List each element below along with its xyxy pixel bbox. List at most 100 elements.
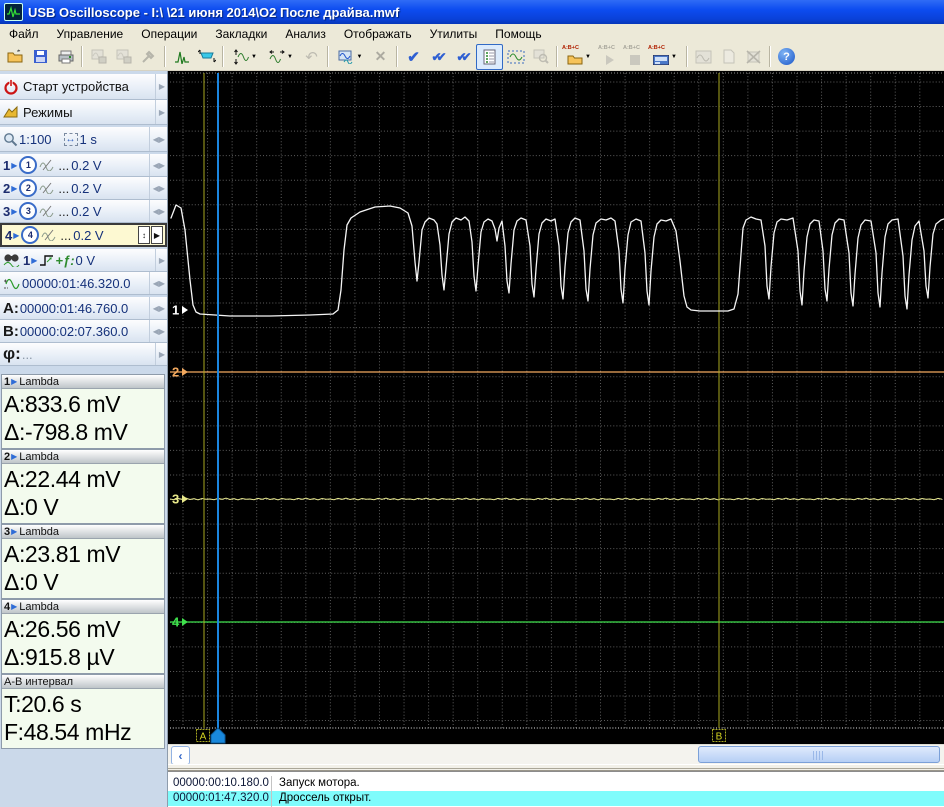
report-button[interactable] bbox=[476, 44, 503, 70]
adjust-arrows-icon[interactable]: ↕▶ bbox=[134, 225, 163, 245]
measure-panel-ab-interval: A-B интервал T:20.6 sF:48.54 mHz bbox=[1, 674, 165, 749]
menu-item-bookmarks[interactable]: Закладки bbox=[206, 25, 276, 43]
channel-row-2[interactable]: 2▶ 2 ... 0.2 V ◀▶ bbox=[0, 177, 167, 200]
channel-probe-icon[interactable]: 3 bbox=[19, 202, 37, 220]
toolbar-separator bbox=[556, 46, 558, 67]
region-select-button[interactable] bbox=[503, 45, 528, 69]
time-scale-button[interactable]: ▼ bbox=[263, 45, 299, 69]
adjust-arrows-icon[interactable]: ◀▶ bbox=[149, 177, 165, 199]
abc-script-open-button[interactable]: A:B+C ▼ bbox=[561, 45, 597, 69]
log-row-selected[interactable]: 00000:01:47.320.0 Дроссель открыт. bbox=[168, 791, 944, 806]
adjust-arrows-icon[interactable]: ◀▶ bbox=[149, 127, 165, 151]
expand-arrow-icon[interactable]: ▶ bbox=[155, 74, 165, 99]
toolbar-separator bbox=[686, 46, 688, 67]
start-device-row[interactable]: Старт устройства ▶ bbox=[0, 74, 167, 100]
adjust-arrows-icon[interactable]: ◀▶ bbox=[149, 320, 165, 342]
trigger-level-value[interactable]: 0 V bbox=[76, 253, 96, 268]
save-button[interactable] bbox=[28, 45, 53, 69]
expand-arrow-icon[interactable]: ▶ bbox=[155, 343, 165, 365]
dropdown-arrow-icon[interactable]: ▼ bbox=[585, 54, 591, 60]
adjust-arrows-icon[interactable]: ◀▶ bbox=[149, 272, 165, 294]
svg-text:4: 4 bbox=[172, 615, 180, 630]
bookmark-log: 00000:00:10.180.0 Запуск мотора. 00000:0… bbox=[168, 771, 944, 807]
channel-row-1[interactable]: 1▶ 1 ... 0.2 V ◀▶ bbox=[0, 154, 167, 177]
measure-panel-ch3: 3▶Lambda A:23.81 mVΔ:0 V bbox=[1, 524, 165, 599]
bookmark-button[interactable] bbox=[194, 45, 219, 69]
channel-dots: ... bbox=[58, 158, 69, 173]
measure-value-f: F:48.54 mHz bbox=[4, 718, 164, 746]
dropdown-arrow-icon[interactable]: ▼ bbox=[671, 54, 677, 60]
save-fragment-button bbox=[86, 45, 111, 69]
modes-row[interactable]: Режимы ▶ bbox=[0, 100, 167, 125]
channel-row-3[interactable]: 3▶ 3 ... 0.2 V ◀▶ bbox=[0, 200, 167, 223]
dropdown-arrow-icon[interactable]: ▼ bbox=[251, 54, 257, 60]
accept-all-button[interactable]: ✔✔ bbox=[451, 45, 476, 69]
marker-b-time[interactable]: 00000:02:07.360.0 bbox=[20, 324, 128, 339]
coupling-wave-icon bbox=[41, 229, 56, 241]
channel-range-value[interactable]: 0.2 V bbox=[71, 158, 101, 173]
menu-item-file[interactable]: Файл bbox=[0, 25, 48, 43]
log-row[interactable]: 00000:00:10.180.0 Запуск мотора. bbox=[168, 776, 944, 791]
measure-value-a: A:833.6 mV bbox=[4, 390, 164, 418]
measure-value-delta: Δ:0 V bbox=[4, 493, 164, 521]
marker-a-time[interactable]: 00000:01:46.760.0 bbox=[20, 301, 128, 316]
measure-value-delta: Δ:-798.8 mV bbox=[4, 418, 164, 446]
channel-range-value[interactable]: 0.2 V bbox=[71, 204, 101, 219]
channel-row-4-selected[interactable]: 4▶ 4 ... 0.2 V ↕▶ bbox=[0, 223, 167, 247]
marker-b-row[interactable]: B: 00000:02:07.360.0 ◀▶ bbox=[0, 320, 167, 343]
dropdown-arrow-icon[interactable]: ▼ bbox=[287, 54, 293, 60]
menu-item-display[interactable]: Отображать bbox=[335, 25, 421, 43]
trigger-channel: 1 bbox=[23, 253, 30, 268]
dropdown-arrow-icon[interactable]: ▼ bbox=[357, 54, 363, 60]
channel-arrow-icon: ▶ bbox=[11, 207, 17, 216]
channel-arrow-icon: ▶ bbox=[11, 527, 17, 536]
position-row[interactable]: 00000:01:46.320.0 ◀▶ bbox=[0, 272, 167, 295]
zoom-ratio-value[interactable]: 1:100 bbox=[19, 132, 52, 147]
scale-row[interactable]: 1:100 ↔ 1 s ◀▶ bbox=[0, 127, 167, 152]
menu-item-control[interactable]: Управление bbox=[48, 25, 133, 43]
expand-arrow-icon[interactable]: ▶ bbox=[155, 249, 165, 271]
scroll-left-button[interactable]: ‹ bbox=[171, 746, 190, 765]
menu-item-analysis[interactable]: Анализ bbox=[276, 25, 335, 43]
horizontal-scrollbar[interactable]: ‹ bbox=[168, 744, 944, 764]
panel-channel: 2 bbox=[4, 451, 10, 463]
channel-probe-icon[interactable]: 1 bbox=[19, 156, 37, 174]
log-time: 00000:00:10.180.0 bbox=[168, 776, 272, 791]
adjust-arrows-icon[interactable]: ◀▶ bbox=[149, 200, 165, 222]
channel-range-value[interactable]: 0.2 V bbox=[71, 181, 101, 196]
trigger-row[interactable]: 1▶ +ƒ: 0 V ▶ bbox=[0, 249, 167, 272]
title-bar[interactable]: USB Oscilloscope - I:\ \21 июня 2014\О2 … bbox=[0, 0, 944, 24]
accept-button[interactable]: ✔ bbox=[401, 45, 426, 69]
menu-item-help[interactable]: Помощь bbox=[486, 25, 550, 43]
adjust-arrows-icon[interactable]: ◀▶ bbox=[149, 154, 165, 176]
sweep-time-value[interactable]: 1 s bbox=[80, 132, 97, 147]
adjust-arrows-icon[interactable]: ◀▶ bbox=[149, 297, 165, 319]
channel-dots: ... bbox=[58, 181, 69, 196]
impulse-button[interactable] bbox=[169, 45, 194, 69]
log-note: Дроссель открыт. bbox=[272, 791, 371, 806]
print-button[interactable] bbox=[53, 45, 78, 69]
thumb-grip-icon bbox=[813, 751, 825, 760]
abc-script-panel-button[interactable]: A:B+C ▼ bbox=[647, 45, 683, 69]
menu-item-utilities[interactable]: Утилиты bbox=[421, 25, 487, 43]
amplitude-scale-button[interactable]: ▼ bbox=[227, 45, 263, 69]
copy-fragment-button bbox=[111, 45, 136, 69]
magnifier-icon bbox=[3, 132, 18, 147]
expand-arrow-icon[interactable]: ▶ bbox=[155, 100, 165, 124]
app-window: USB Oscilloscope - I:\ \21 июня 2014\О2 … bbox=[0, 0, 944, 807]
accept-forward-button[interactable]: ✔✔ bbox=[426, 45, 451, 69]
channel-range-value[interactable]: 0.2 V bbox=[73, 228, 103, 243]
marker-a-row[interactable]: A: 00000:01:46.760.0 ◀▶ bbox=[0, 297, 167, 320]
oscilloscope-plot[interactable]: 1234AB bbox=[168, 71, 944, 744]
view-mode-button[interactable]: ▼ bbox=[332, 45, 368, 69]
help-button[interactable]: ? bbox=[774, 45, 799, 69]
channel-probe-icon[interactable]: 4 bbox=[21, 226, 39, 244]
menu-item-operations[interactable]: Операции bbox=[132, 25, 206, 43]
phase-row[interactable]: φ: ... ▶ bbox=[0, 343, 167, 366]
panel-splitter[interactable] bbox=[168, 764, 944, 771]
open-file-button[interactable] bbox=[3, 45, 28, 69]
measure-value-a: A:22.44 mV bbox=[4, 465, 164, 493]
scrollbar-thumb[interactable] bbox=[698, 746, 940, 763]
position-time-value[interactable]: 00000:01:46.320.0 bbox=[22, 276, 130, 291]
channel-probe-icon[interactable]: 2 bbox=[19, 179, 37, 197]
